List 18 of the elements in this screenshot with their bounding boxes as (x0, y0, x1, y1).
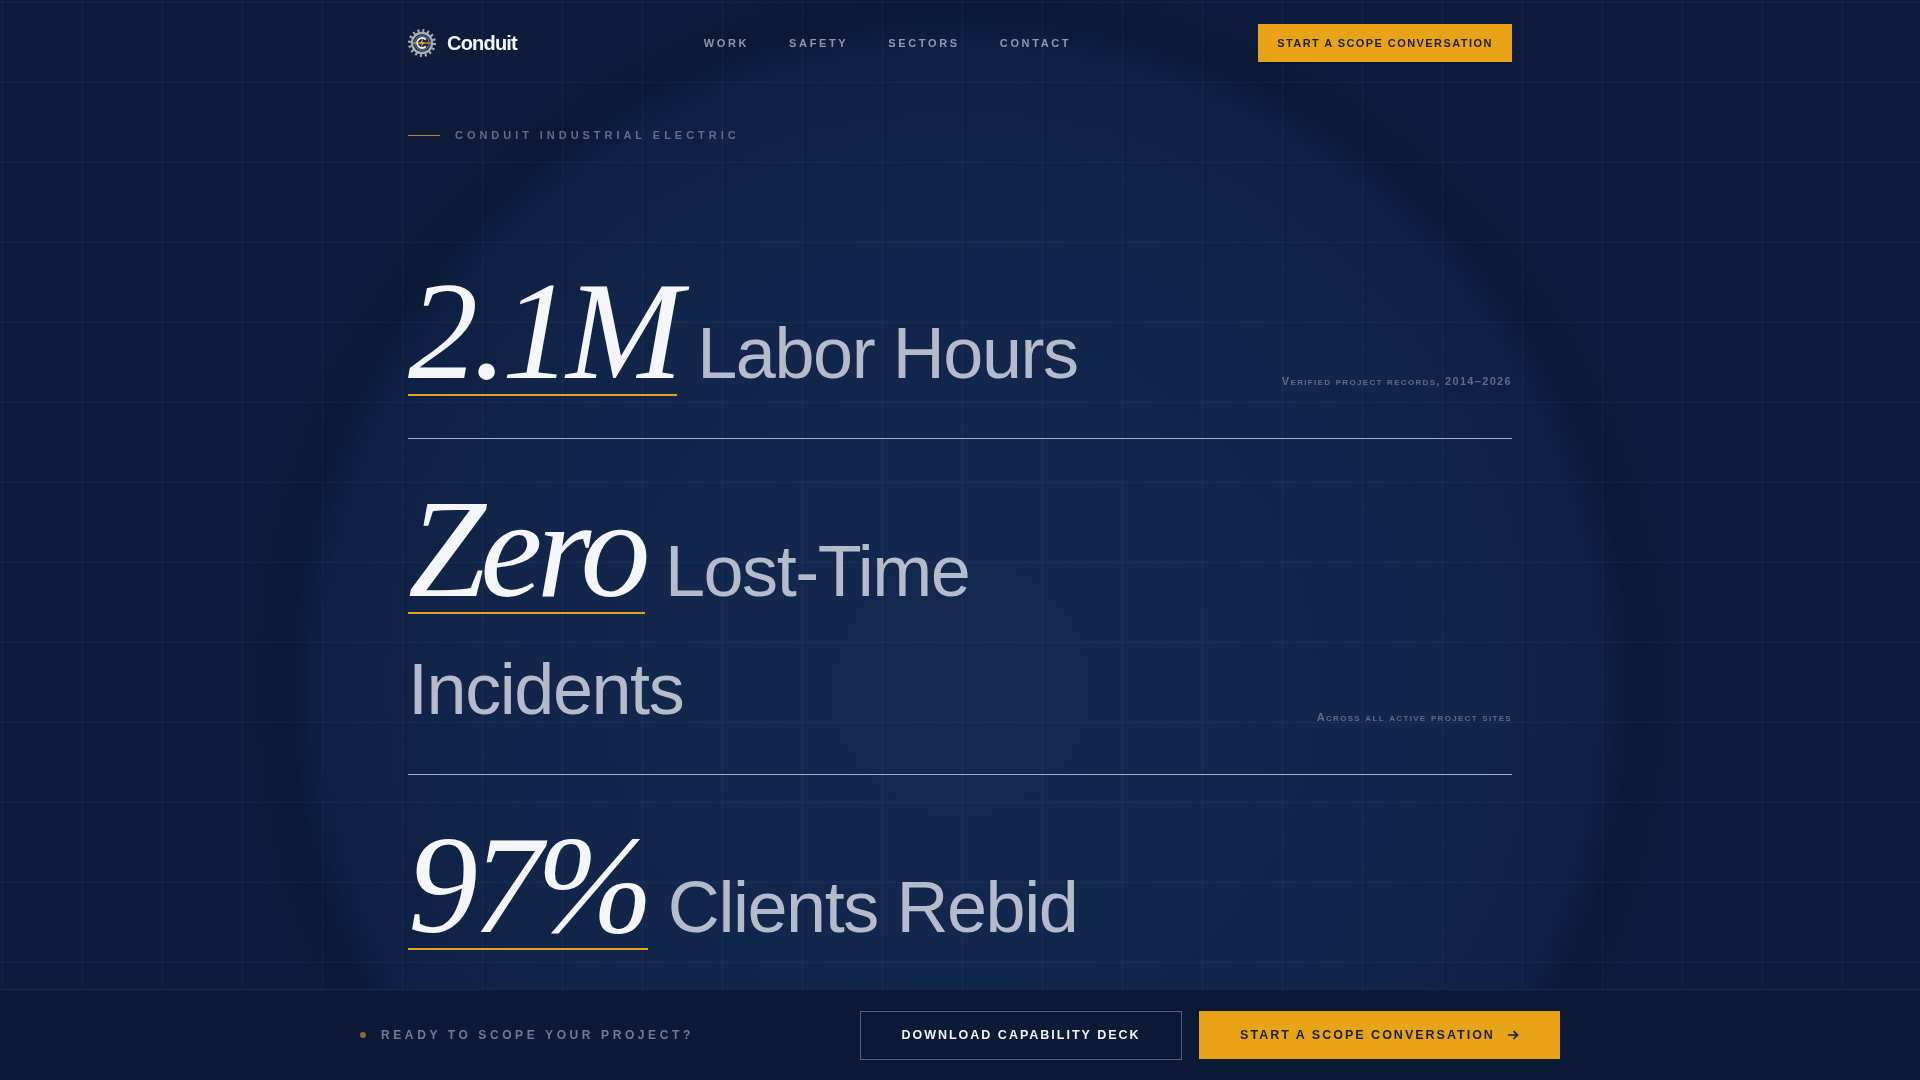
eyebrow-text: CONDUIT INDUSTRIAL ELECTRIC (455, 128, 740, 142)
scope-conversation-button[interactable]: START A SCOPE CONVERSATION (1258, 24, 1512, 62)
nav-link[interactable]: WORK (703, 37, 750, 49)
status-dot-icon (360, 1032, 366, 1038)
nav-link[interactable]: SECTORS (888, 37, 960, 49)
stat-heading: 97%Clients Rebid (408, 822, 1078, 964)
nav-link[interactable]: CONTACT (999, 37, 1072, 49)
stat-caption: Across all active project sites (1316, 711, 1512, 723)
stat-heading: Zero Lost-Time Incidents (408, 486, 971, 731)
cta-prompt: READY TO SCOPE YOUR PROJECT? (381, 1028, 694, 1042)
scope-conversation-button[interactable]: START A SCOPE CONVERSATION (1199, 1011, 1560, 1059)
gear-logo-icon (408, 29, 436, 57)
download-deck-button[interactable]: DOWNLOAD CAPABILITY DECK (860, 1010, 1182, 1060)
stat-caption: Verified project records, 2014–2026 (1281, 375, 1512, 387)
brand-logo[interactable]: Conduit (408, 29, 517, 57)
stat-heading: 2.1M Labor Hours (408, 268, 1078, 410)
nav-link[interactable]: SAFETY (789, 37, 849, 49)
arrow-right-icon (1506, 1030, 1519, 1040)
